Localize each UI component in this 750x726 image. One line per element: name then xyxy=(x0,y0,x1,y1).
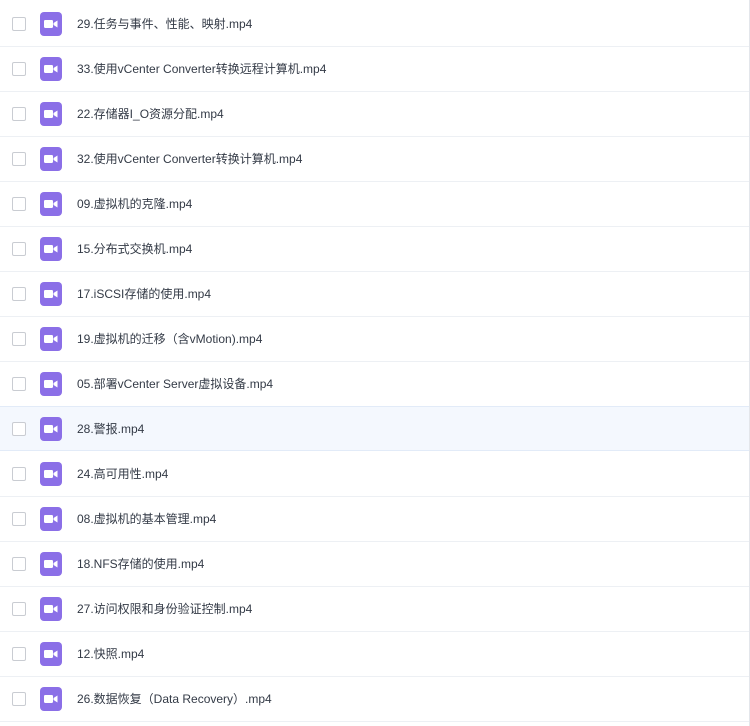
row-checkbox[interactable] xyxy=(12,197,26,211)
file-row-hovered[interactable]: 28.警报.mp4 xyxy=(0,406,750,451)
file-row[interactable]: 15.分布式交换机.mp4 xyxy=(0,227,750,272)
file-name[interactable]: 32.使用vCenter Converter转换计算机.mp4 xyxy=(77,151,302,167)
file-name[interactable]: 05.部署vCenter Server虚拟设备.mp4 xyxy=(77,376,273,392)
video-file-icon xyxy=(40,462,62,486)
file-row[interactable]: 08.虚拟机的基本管理.mp4 xyxy=(0,497,750,542)
row-checkbox[interactable] xyxy=(12,287,26,301)
video-file-icon xyxy=(40,282,62,306)
file-row[interactable]: 19.虚拟机的迁移（含vMotion).mp4 xyxy=(0,317,750,362)
row-checkbox[interactable] xyxy=(12,242,26,256)
video-file-icon xyxy=(40,57,62,81)
file-name[interactable]: 08.虚拟机的基本管理.mp4 xyxy=(77,511,216,527)
file-name[interactable]: 29.任务与事件、性能、映射.mp4 xyxy=(77,16,252,32)
file-row[interactable]: 09.虚拟机的克隆.mp4 xyxy=(0,182,750,227)
file-row[interactable]: 32.使用vCenter Converter转换计算机.mp4 xyxy=(0,137,750,182)
file-row[interactable]: 22.存储器I_O资源分配.mp4 xyxy=(0,92,750,137)
file-name[interactable]: 09.虚拟机的克隆.mp4 xyxy=(77,196,192,212)
file-name[interactable]: 24.高可用性.mp4 xyxy=(77,466,168,482)
row-checkbox[interactable] xyxy=(12,107,26,121)
file-row[interactable]: 27.访问权限和身份验证控制.mp4 xyxy=(0,587,750,632)
file-list: 29.任务与事件、性能、映射.mp4 33.使用vCenter Converte… xyxy=(0,0,750,726)
file-name[interactable]: 33.使用vCenter Converter转换远程计算机.mp4 xyxy=(77,61,326,77)
video-file-icon xyxy=(40,192,62,216)
row-checkbox[interactable] xyxy=(12,692,26,706)
file-name[interactable]: 15.分布式交换机.mp4 xyxy=(77,241,192,257)
file-name[interactable]: 27.访问权限和身份验证控制.mp4 xyxy=(77,601,252,617)
video-file-icon xyxy=(40,102,62,126)
file-row[interactable]: 33.使用vCenter Converter转换远程计算机.mp4 xyxy=(0,47,750,92)
file-name[interactable]: 12.快照.mp4 xyxy=(77,646,144,662)
video-file-icon xyxy=(40,597,62,621)
row-checkbox[interactable] xyxy=(12,152,26,166)
video-file-icon xyxy=(40,372,62,396)
video-file-icon xyxy=(40,507,62,531)
file-row[interactable]: 26.数据恢复（Data Recovery）.mp4 xyxy=(0,677,750,722)
video-file-icon xyxy=(40,147,62,171)
file-row[interactable]: 12.快照.mp4 xyxy=(0,632,750,677)
file-name[interactable]: 28.警报.mp4 xyxy=(77,421,144,437)
row-checkbox[interactable] xyxy=(12,421,26,436)
file-row[interactable]: 18.NFS存储的使用.mp4 xyxy=(0,542,750,587)
row-checkbox[interactable] xyxy=(12,602,26,616)
video-file-icon xyxy=(40,687,62,711)
file-row[interactable]: 29.任务与事件、性能、映射.mp4 xyxy=(0,2,750,47)
file-row[interactable]: 05.部署vCenter Server虚拟设备.mp4 xyxy=(0,362,750,407)
video-file-icon xyxy=(40,327,62,351)
file-name[interactable]: 19.虚拟机的迁移（含vMotion).mp4 xyxy=(77,331,262,347)
file-name[interactable]: 17.iSCSI存储的使用.mp4 xyxy=(77,286,211,302)
file-row[interactable]: 17.iSCSI存储的使用.mp4 xyxy=(0,272,750,317)
row-checkbox[interactable] xyxy=(12,377,26,391)
file-name[interactable]: 26.数据恢复（Data Recovery）.mp4 xyxy=(77,691,272,707)
video-file-icon xyxy=(40,552,62,576)
video-file-icon xyxy=(40,237,62,261)
video-file-icon xyxy=(40,416,62,441)
row-checkbox[interactable] xyxy=(12,647,26,661)
file-name[interactable]: 22.存储器I_O资源分配.mp4 xyxy=(77,106,224,122)
row-checkbox[interactable] xyxy=(12,17,26,31)
row-checkbox[interactable] xyxy=(12,512,26,526)
row-checkbox[interactable] xyxy=(12,557,26,571)
row-checkbox[interactable] xyxy=(12,62,26,76)
row-checkbox[interactable] xyxy=(12,467,26,481)
video-file-icon xyxy=(40,12,62,36)
row-checkbox[interactable] xyxy=(12,332,26,346)
file-row[interactable]: 24.高可用性.mp4 xyxy=(0,452,750,497)
file-name[interactable]: 18.NFS存储的使用.mp4 xyxy=(77,556,204,572)
video-file-icon xyxy=(40,642,62,666)
